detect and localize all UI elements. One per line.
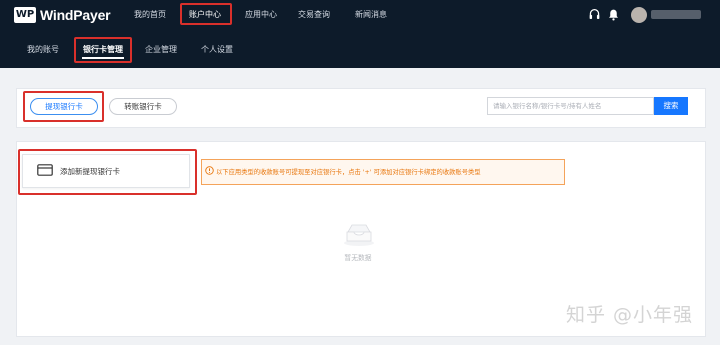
highlight-box-withdraw-card [23, 91, 104, 122]
logo-text: WindPayer [40, 7, 111, 23]
highlight-box-bank-card-management [74, 37, 132, 63]
tab-transfer-card[interactable]: 转账银行卡 [109, 98, 177, 115]
logo[interactable]: WP WindPayer [14, 5, 111, 25]
nav-app-center[interactable]: 应用中心 [245, 9, 277, 20]
blurred-username[interactable] [651, 10, 701, 19]
empty-state-label: 暂无数据 [344, 254, 372, 262]
nav-transaction-query[interactable]: 交易查询 [298, 9, 330, 20]
subnav-my-account[interactable]: 我的账号 [27, 44, 59, 55]
nav-news[interactable]: 新闻消息 [355, 9, 387, 20]
subnav-personal-settings[interactable]: 个人设置 [201, 44, 233, 55]
avatar[interactable] [631, 7, 647, 23]
highlight-box-add-card [18, 149, 197, 195]
info-notice-text: 以下应用类型的收款账号可提现至对应银行卡，点击 '+' 可添加对应银行卡绑定的收… [216, 169, 481, 176]
search-input[interactable]: 请输入银行名称/银行卡号/持有人姓名 [487, 97, 654, 115]
headset-icon[interactable] [588, 8, 601, 23]
search-button[interactable]: 搜索 [654, 97, 688, 115]
logo-mark: WP [14, 7, 36, 23]
info-circle-icon [205, 166, 214, 177]
bell-icon[interactable] [607, 8, 620, 23]
nav-home[interactable]: 我的首页 [134, 9, 166, 20]
highlight-box-account-center [180, 3, 232, 25]
watermark: 知乎 @小年强 [566, 304, 694, 326]
subnav-enterprise-management[interactable]: 企业管理 [145, 44, 177, 55]
empty-inbox-icon [342, 221, 376, 249]
